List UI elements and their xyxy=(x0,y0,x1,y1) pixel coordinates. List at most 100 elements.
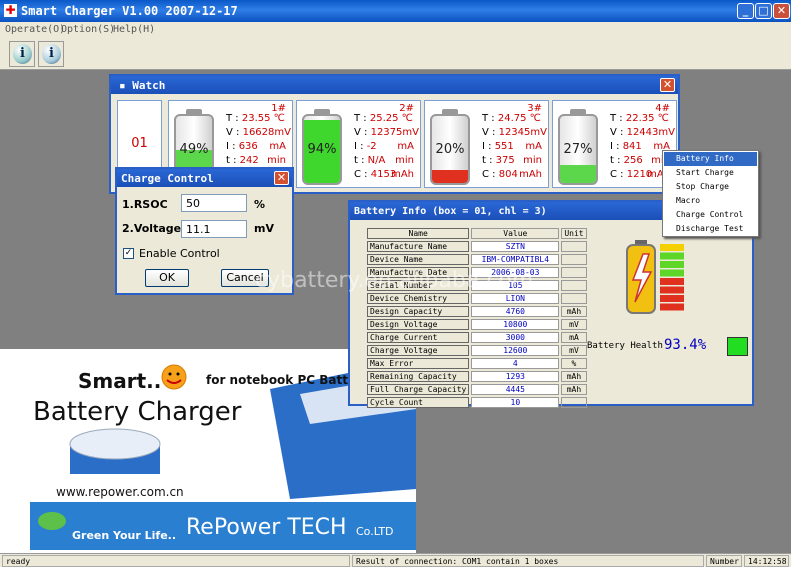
table-row: Cycle Count 10 xyxy=(367,397,587,408)
cell-name: Charge Voltage xyxy=(367,345,470,356)
reading-value: 12443mV xyxy=(626,127,675,138)
status-time: 14:12:58 xyxy=(744,555,789,567)
reading-label: t : xyxy=(354,155,365,166)
minimize-button[interactable]: _ xyxy=(737,3,754,19)
cell-unit: mV xyxy=(561,319,587,330)
reading-value: 375 xyxy=(495,155,515,166)
reading-label: T : xyxy=(482,113,495,124)
menu-item-start-charge[interactable]: Start Charge xyxy=(664,166,757,180)
reading-label: C : xyxy=(482,169,496,180)
reading-value: 12375mV xyxy=(370,127,419,138)
enable-control-checkbox[interactable]: ✓ xyxy=(123,248,134,259)
smiley-eye-right xyxy=(176,372,180,376)
reading-unit: mAh xyxy=(391,169,414,180)
menu-help[interactable]: Help(H) xyxy=(113,24,155,35)
table-row: Max Error 4% xyxy=(367,358,587,369)
toolbar: i i xyxy=(0,38,791,70)
charge-control-title-bar: Charge Control ✕ xyxy=(117,169,292,187)
cell-name: Device Chemistry xyxy=(367,293,470,304)
header-unit: Unit xyxy=(561,228,587,239)
battery-health-indicator xyxy=(727,337,748,356)
ad-green: Green Your Life.. xyxy=(72,529,177,542)
reading-value: 16628mV xyxy=(242,127,291,138)
menu-operate[interactable]: Operate(O) xyxy=(5,24,65,35)
charge-control-title: Charge Control xyxy=(121,172,214,185)
voltage-label: 2.Voltage xyxy=(122,222,182,235)
ad-url: www.repower.com.cn xyxy=(56,485,184,499)
battery-health-label: Battery Health xyxy=(587,341,663,351)
cell-unit xyxy=(561,241,587,252)
battery-shell: 94% xyxy=(302,114,342,185)
battery-fill xyxy=(432,169,468,183)
reading-label: I : xyxy=(226,141,236,152)
battery-slot[interactable]: 27% 4# T : 22.35 ℃ V : 12443mV I : 841 mA t : … xyxy=(552,100,677,188)
voltage-input[interactable]: 11.1 xyxy=(181,220,247,238)
reading-t: t : 375 xyxy=(482,155,515,166)
reading-unit: min xyxy=(395,155,414,166)
maximize-button[interactable]: □ xyxy=(755,3,772,19)
battery-shell: 27% xyxy=(558,114,598,185)
reading-label: T : xyxy=(354,113,367,124)
reading-I: I : -2 xyxy=(354,141,377,152)
menu-item-macro[interactable]: Macro xyxy=(664,194,757,208)
ad-smart: Smart.. xyxy=(78,369,162,393)
reading-T: T : 23.55 ℃ xyxy=(226,113,285,124)
cell-unit xyxy=(561,267,587,278)
reading-label: t : xyxy=(482,155,493,166)
close-button[interactable]: ✕ xyxy=(773,3,790,19)
battery-slot[interactable]: 94% 2# T : 25.25 ℃ V : 12375mV I : -2 mA t : N… xyxy=(296,100,421,188)
cell-name: Remaining Capacity xyxy=(367,371,470,382)
cell-name: Cycle Count xyxy=(367,397,470,408)
reading-unit: mA xyxy=(397,141,414,152)
battery-percent: 20% xyxy=(435,142,465,157)
table-row: Device Name IBM-COMPATIBL4 xyxy=(367,254,587,265)
battery-slot[interactable]: 20% 3# T : 24.75 ℃ V : 12345mV I : 551 mA t : … xyxy=(424,100,549,188)
info-button[interactable]: i xyxy=(9,41,35,67)
window-title: Smart Charger V1.00 2007-12-17 xyxy=(21,4,238,18)
battery-health-value: 93.4% xyxy=(664,337,707,353)
reading-C: C : 4153 xyxy=(354,169,396,180)
menu-option[interactable]: Option(S) xyxy=(61,24,115,35)
rsoc-unit: % xyxy=(254,198,266,211)
health-bar xyxy=(660,269,684,277)
reading-unit: mAh xyxy=(519,169,542,180)
smiley-icon xyxy=(161,364,187,390)
cell-unit xyxy=(561,293,587,304)
enable-control-label: Enable Control xyxy=(139,247,220,260)
health-bar xyxy=(660,303,684,311)
watch-close-button[interactable]: ✕ xyxy=(660,78,675,92)
reading-label: V : xyxy=(354,127,368,138)
cell-value: 3000 xyxy=(471,332,560,343)
reading-label: T : xyxy=(610,113,623,124)
about-icon: i xyxy=(42,44,61,64)
menu-item-battery-info[interactable]: Battery Info xyxy=(664,152,757,166)
rsoc-input[interactable]: 50 xyxy=(181,194,247,212)
reading-unit: min xyxy=(523,155,542,166)
menu-item-discharge-test[interactable]: Discharge Test xyxy=(664,222,757,236)
leaf-icon xyxy=(38,512,66,530)
reading-V: V : 12443mV xyxy=(610,127,675,138)
reading-value: 256 xyxy=(623,155,643,166)
rsoc-label: 1.RSOC xyxy=(122,198,168,211)
smiley-eye-left xyxy=(168,372,172,376)
cell-name: Device Name xyxy=(367,254,470,265)
reading-t: t : 242 xyxy=(226,155,259,166)
status-number: Number xyxy=(706,555,742,567)
reading-I: I : 551 xyxy=(482,141,514,152)
reading-value: -2 xyxy=(366,141,377,152)
menu-item-charge-control[interactable]: Charge Control xyxy=(664,208,757,222)
about-button[interactable]: i xyxy=(38,41,64,67)
reading-t: t : 256 xyxy=(610,155,643,166)
ok-button[interactable]: OK xyxy=(145,269,189,287)
menu-item-stop-charge[interactable]: Stop Charge xyxy=(664,180,757,194)
reading-value: N/A xyxy=(367,155,386,166)
table-row: Full Charge Capacity 4445 mAh xyxy=(367,384,587,395)
cell-name: Design Voltage xyxy=(367,319,470,330)
table-row: Device Chemistry LION xyxy=(367,293,587,304)
reading-value: 24.75 ℃ xyxy=(497,113,541,124)
watch-title-bar: ▪ Watch ✕ xyxy=(111,76,678,94)
reading-value: 25.25 ℃ xyxy=(369,113,413,124)
cell-unit: mV xyxy=(561,345,587,356)
charge-control-close-button[interactable]: ✕ xyxy=(274,171,289,185)
reading-value: 551 xyxy=(494,141,514,152)
